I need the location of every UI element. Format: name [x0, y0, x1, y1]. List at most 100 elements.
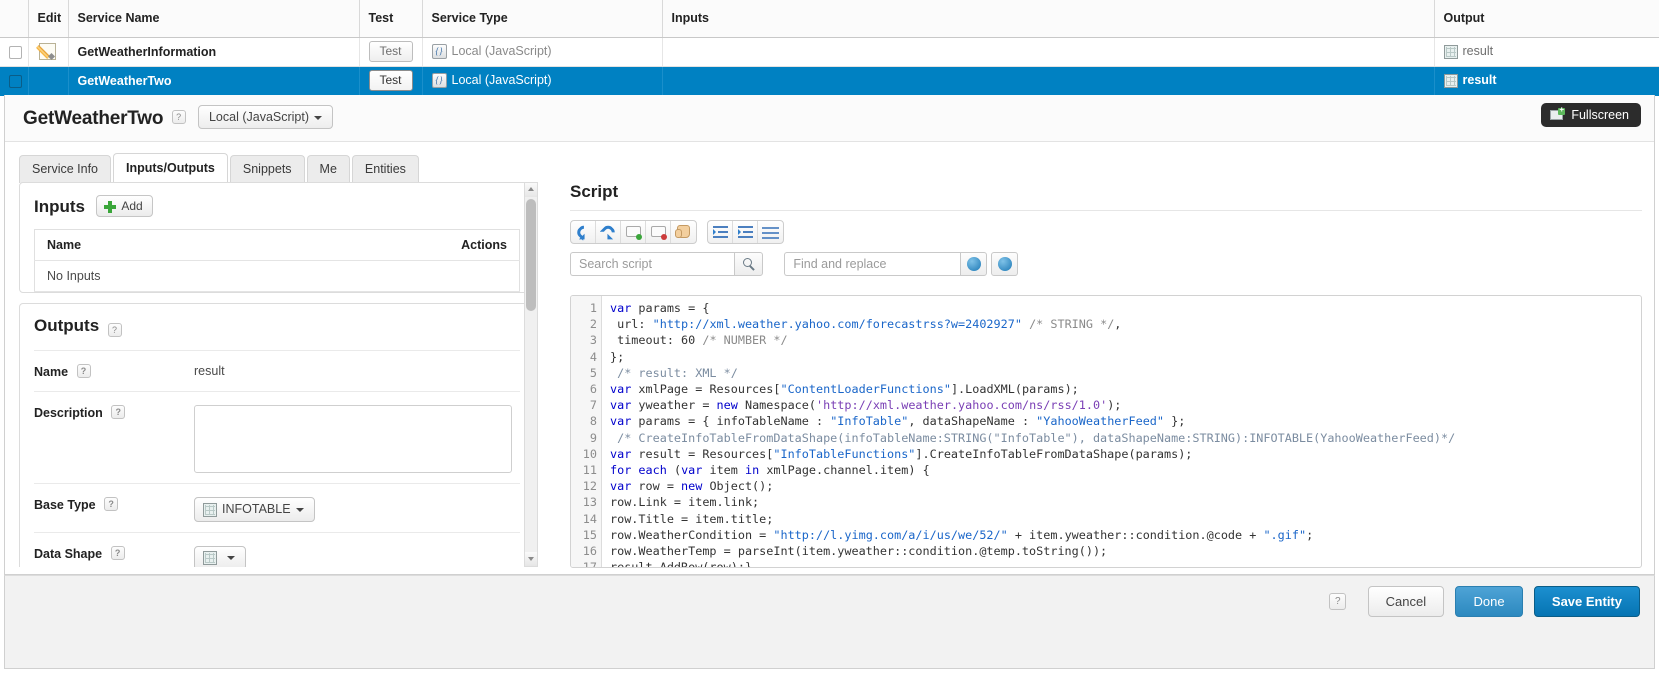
- line-number: 8: [589, 414, 597, 429]
- fullscreen-button[interactable]: Fullscreen: [1541, 103, 1641, 127]
- line-number: 5: [589, 365, 597, 380]
- test-button[interactable]: Test: [368, 70, 413, 91]
- line-number: 1: [589, 301, 597, 315]
- output-base-type-row: Base Type ? INFOTABLE: [34, 484, 520, 533]
- find-replace-input[interactable]: [784, 252, 961, 276]
- line-number: 3: [589, 333, 597, 348]
- replace-all-icon[interactable]: [991, 252, 1019, 276]
- code-line: var yweather = new Namespace('http://xml…: [610, 398, 1122, 413]
- service-editor-panel: GetWeatherTwo ? Local (JavaScript) Fulls…: [4, 95, 1655, 575]
- search-input[interactable]: [570, 252, 734, 276]
- code-line: var row = new Object();: [610, 479, 774, 494]
- inputs-outputs-column: Inputs Add Name Actions No Inputs Output: [19, 182, 535, 567]
- base-type-value: INFOTABLE: [222, 502, 291, 516]
- output-base-type-label-wrap: Base Type ?: [34, 494, 194, 514]
- output-name-label: Name: [34, 364, 69, 379]
- scroll-up-arrow-icon[interactable]: [525, 183, 537, 197]
- code-text[interactable]: var params = { url: "http://xml.weather.…: [603, 296, 1641, 567]
- cancel-button[interactable]: Cancel: [1367, 586, 1445, 617]
- save-entity-button[interactable]: Save Entity: [1533, 586, 1640, 617]
- outputs-help-icon[interactable]: ?: [107, 322, 122, 337]
- output-base-type-help-icon[interactable]: ?: [104, 497, 119, 511]
- inputs-heading: Inputs: [34, 197, 85, 216]
- scrollbar-thumb[interactable]: [526, 199, 536, 311]
- output-data-shape-help-icon[interactable]: ?: [110, 545, 125, 560]
- scroll-down-arrow-icon[interactable]: [525, 552, 537, 566]
- line-number: 2: [589, 317, 597, 332]
- done-button[interactable]: Done: [1455, 586, 1523, 617]
- line-number: 14: [582, 511, 597, 526]
- code-line: for each (var item in xmlPage.channel.it…: [610, 463, 930, 478]
- column-header-service-type[interactable]: Service Type: [422, 0, 663, 38]
- inputs-table: Name Actions No Inputs: [34, 229, 520, 292]
- inputs-col-actions: Actions: [254, 229, 520, 261]
- indent-left-icon[interactable]: [733, 221, 759, 243]
- indent-right-icon[interactable]: [708, 221, 734, 243]
- row-checkbox-cell[interactable]: [0, 37, 29, 67]
- row-test-cell[interactable]: Test: [359, 66, 423, 96]
- column-header-select: [0, 0, 29, 38]
- add-input-button[interactable]: Add: [96, 195, 153, 217]
- search-script-group: [570, 252, 763, 276]
- code-line: url: "http://xml.weather.yahoo.com/forec…: [610, 317, 1122, 332]
- output-data-shape-label: Data Shape: [34, 546, 103, 561]
- output-description-help-icon[interactable]: ?: [111, 405, 126, 419]
- column-header-output[interactable]: Output: [1434, 0, 1659, 38]
- code-line: result.AddRow(row);}: [610, 559, 1641, 567]
- line-number: 10: [582, 446, 597, 461]
- base-type-dropdown[interactable]: INFOTABLE: [194, 497, 315, 522]
- remove-comment-icon[interactable]: [646, 221, 671, 243]
- tab-me[interactable]: Me: [306, 155, 350, 183]
- service-name-cell[interactable]: GetWeatherInformation: [68, 37, 360, 67]
- search-icon[interactable]: [734, 252, 763, 276]
- service-type-cell: {} Local (JavaScript): [422, 66, 663, 96]
- output-name-help-icon[interactable]: ?: [76, 364, 91, 378]
- output-label: result: [1462, 44, 1494, 59]
- code-line: var params = {: [610, 301, 710, 315]
- row-test-cell[interactable]: Test: [359, 37, 423, 67]
- row-edit-cell[interactable]: [28, 66, 69, 96]
- chevron-down-icon: [314, 115, 323, 120]
- format-code-icon[interactable]: [758, 221, 783, 243]
- test-button[interactable]: Test: [368, 41, 413, 62]
- row-checkbox[interactable]: [9, 74, 22, 88]
- output-base-type-value-wrap: INFOTABLE: [194, 494, 520, 522]
- line-number: 6: [589, 382, 597, 397]
- script-code-editor[interactable]: 1 2 3 4 5 6 7 8 9 10 11 12 13 14 15 16 1: [570, 295, 1642, 568]
- row-checkbox[interactable]: [9, 45, 22, 59]
- find-next-icon[interactable]: [960, 252, 988, 276]
- output-cell: result: [1434, 37, 1659, 67]
- data-shape-dropdown[interactable]: [194, 545, 246, 567]
- undo-icon[interactable]: [571, 221, 596, 243]
- tab-service-info[interactable]: Service Info: [19, 155, 112, 183]
- script-toolbar-group-1: [570, 220, 697, 244]
- output-description-input[interactable]: [194, 405, 512, 473]
- footer-help-icon[interactable]: ?: [1329, 593, 1347, 610]
- tab-entities[interactable]: Entities: [351, 155, 419, 183]
- column-header-edit[interactable]: Edit: [28, 0, 69, 38]
- script-search-bar: [570, 252, 1642, 276]
- tab-snippets[interactable]: Snippets: [229, 155, 305, 183]
- column-header-service-name[interactable]: Service Name: [68, 0, 360, 38]
- service-name-cell[interactable]: GetWeatherTwo: [68, 66, 360, 96]
- row-checkbox-cell[interactable]: [0, 66, 29, 96]
- hand-icon[interactable]: [671, 221, 696, 243]
- left-column-scrollbar[interactable]: [524, 182, 538, 567]
- redo-icon[interactable]: [596, 221, 621, 243]
- add-comment-icon[interactable]: [621, 221, 646, 243]
- output-description-label: Description: [34, 405, 103, 420]
- service-type-dropdown-label: Local (JavaScript): [208, 110, 310, 124]
- output-description-field-wrap: [194, 402, 520, 473]
- edit-pencil-icon[interactable]: [35, 42, 58, 62]
- code-line: row.WeatherCondition = "http://l.yimg.co…: [610, 527, 1314, 542]
- line-number: 13: [582, 495, 597, 510]
- table-row[interactable]: GetWeatherTwo Test {} Local (JavaScript) …: [0, 66, 1659, 96]
- table-row[interactable]: GetWeatherInformation Test {} Local (Java…: [0, 37, 1659, 67]
- title-help-icon[interactable]: ?: [171, 110, 186, 124]
- service-type-dropdown[interactable]: Local (JavaScript): [197, 105, 334, 129]
- column-header-inputs[interactable]: Inputs: [662, 0, 1435, 38]
- no-inputs-text: No Inputs: [34, 260, 520, 292]
- tab-inputs-outputs[interactable]: Inputs/Outputs: [113, 153, 228, 183]
- column-header-test[interactable]: Test: [359, 0, 423, 38]
- row-edit-cell[interactable]: [28, 37, 69, 67]
